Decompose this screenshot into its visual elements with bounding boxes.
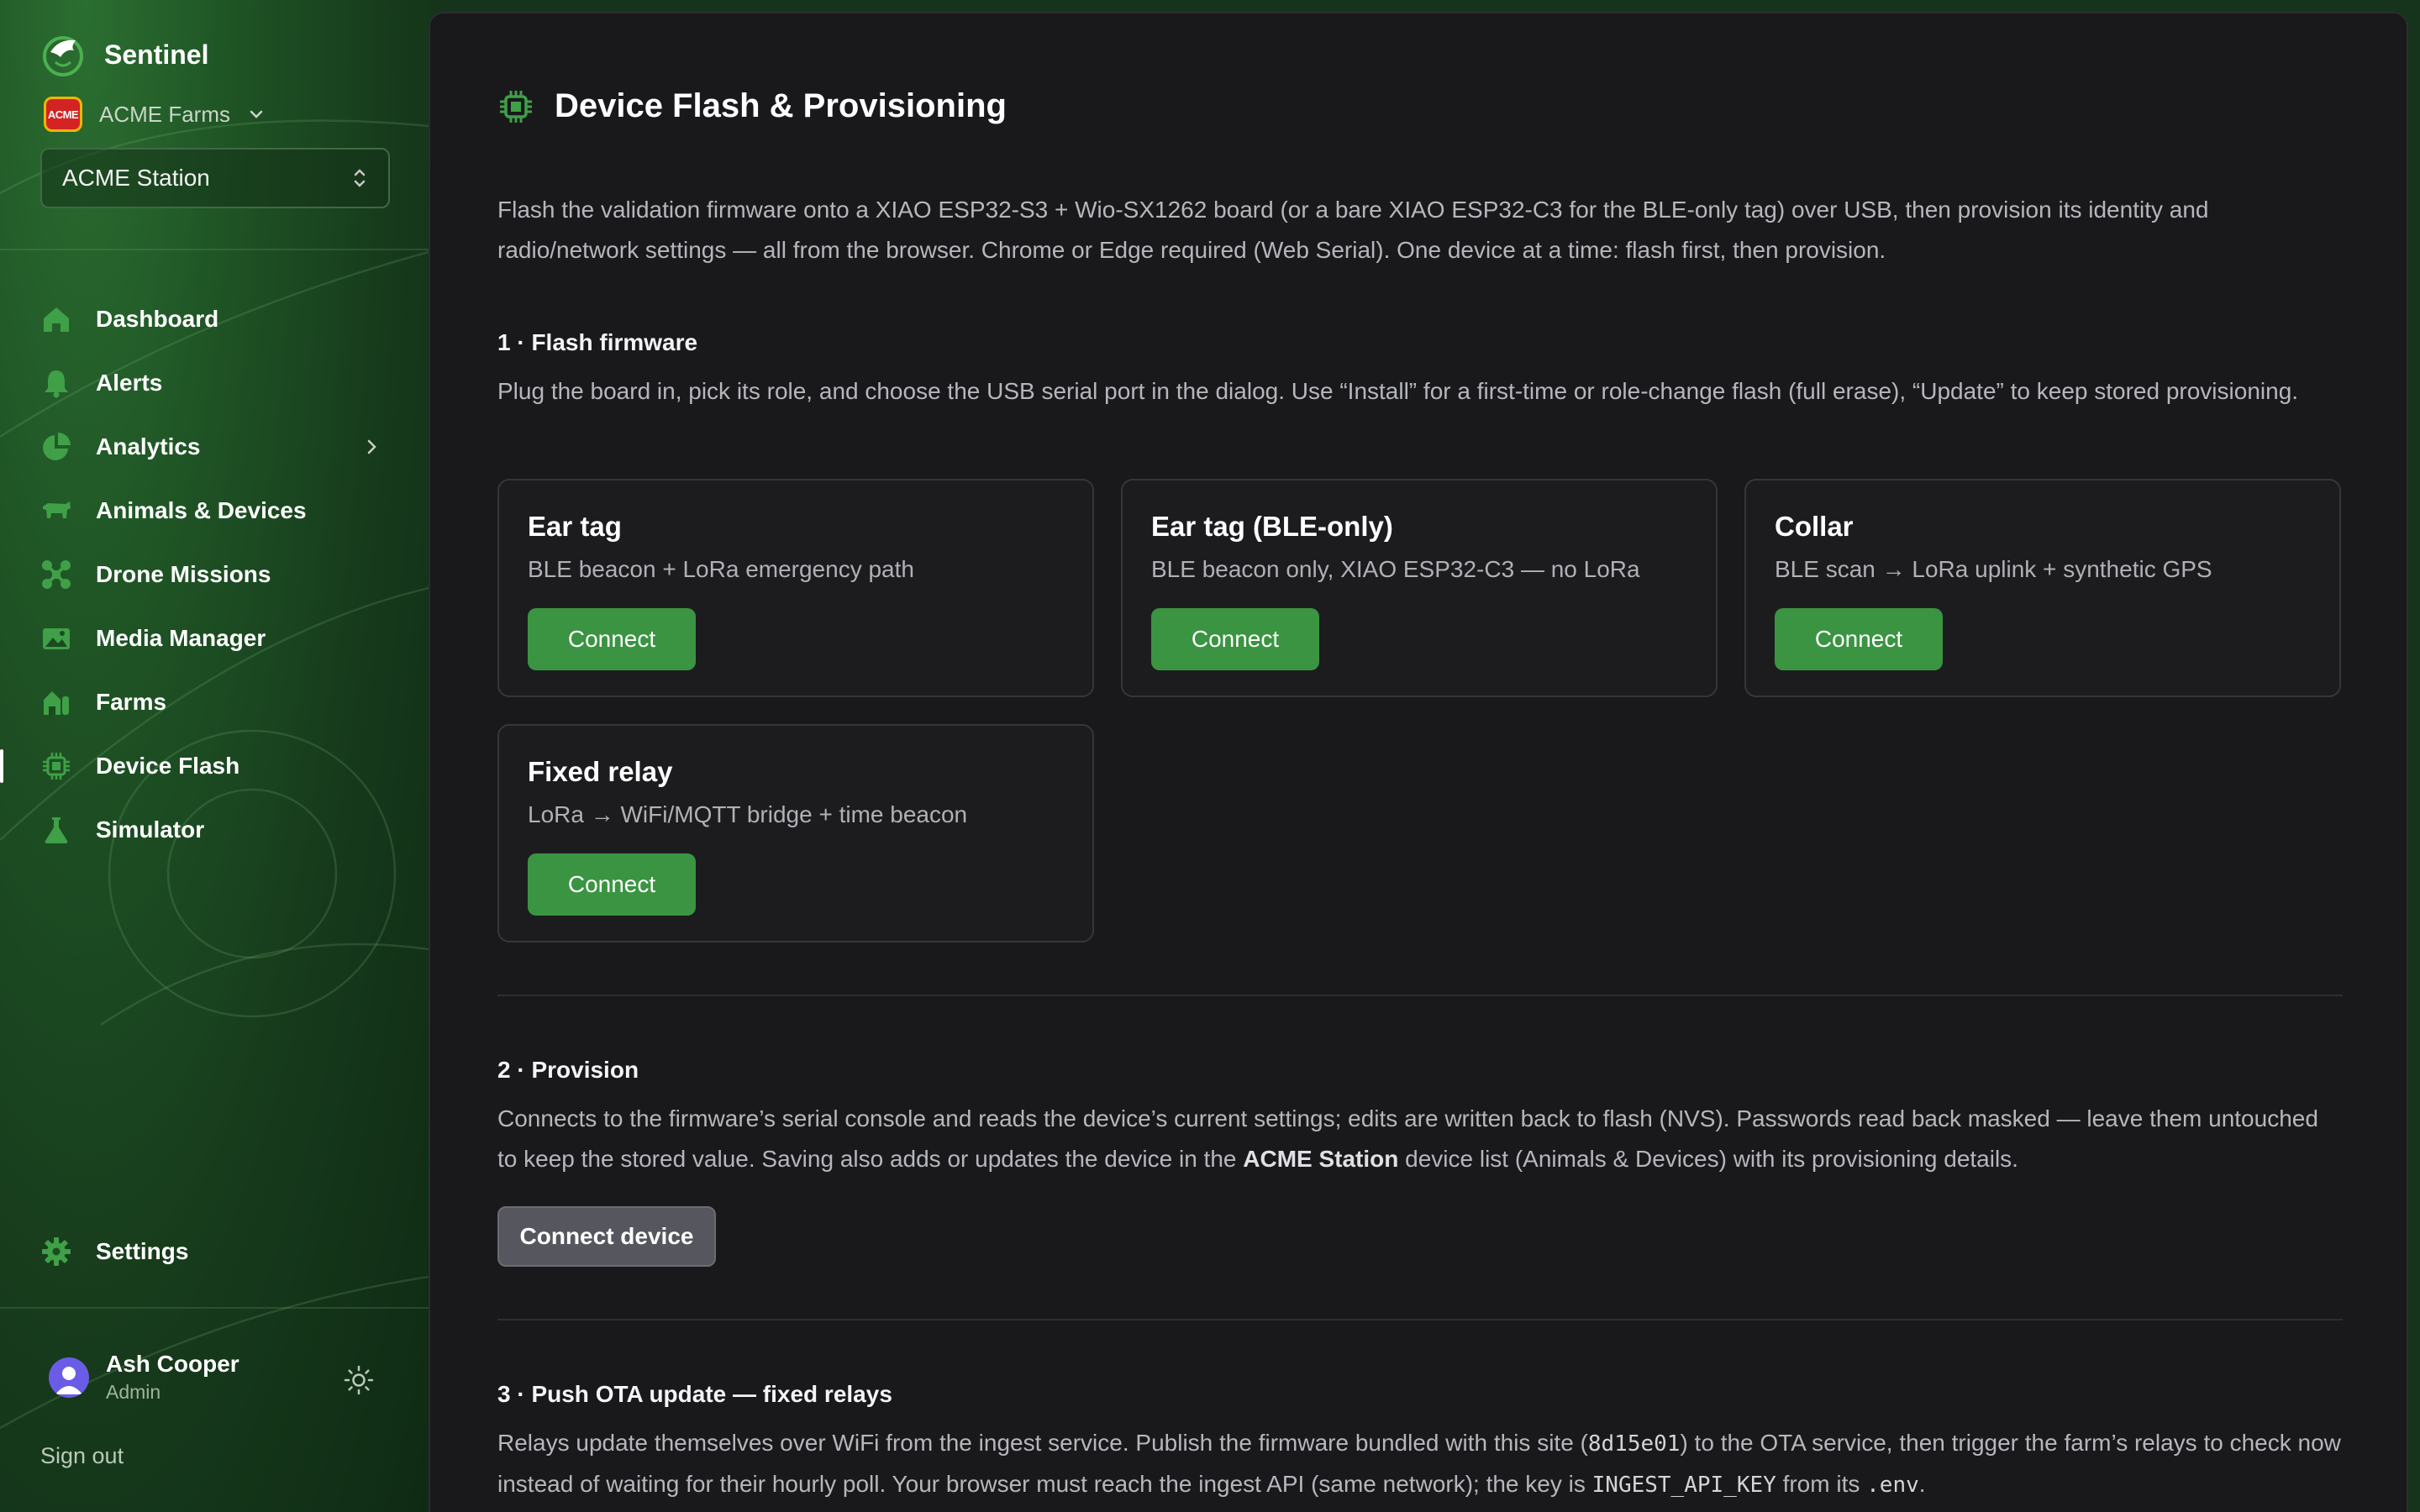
sidebar-item-dashboard[interactable]: Dashboard [0, 287, 429, 351]
env-file: .env [1866, 1473, 1919, 1498]
user-icon [55, 1366, 82, 1394]
flash-card-collar: Collar BLE scan → LoRa uplink + syntheti… [1744, 479, 2341, 697]
brand[interactable]: Sentinel [40, 32, 208, 77]
user-name: Ash Cooper [106, 1351, 239, 1377]
station-select-value: ACME Station [62, 165, 210, 191]
provision-description: Connects to the firmware’s serial consol… [497, 1099, 2343, 1179]
sidebar-item-settings[interactable]: Settings [0, 1220, 429, 1284]
org-name: ACME Farms [99, 101, 230, 127]
bell-icon [40, 367, 72, 399]
ota-desc-text: Relays update themselves over WiFi from … [497, 1430, 1588, 1456]
sidebar-item-animals-devices[interactable]: Animals & Devices [0, 479, 429, 543]
card-description: LoRa → WiFi/MQTT bridge + time beacon [528, 801, 968, 827]
page-header: Device Flash & Provisioning [497, 87, 1007, 125]
brand-name: Sentinel [104, 39, 209, 70]
connect-button[interactable]: Connect [528, 608, 696, 670]
chip-icon [40, 750, 72, 782]
card-description: BLE beacon only, XIAO ESP32-C3 — no LoRa [1151, 556, 1640, 582]
sentinel-logo-icon [43, 36, 83, 76]
ota-desc-text: . [1918, 1471, 1926, 1497]
section-divider [497, 1319, 2343, 1320]
avatar [49, 1357, 89, 1398]
ota-heading: 3 · Push OTA update — fixed relays [497, 1381, 892, 1407]
flash-card-fixed-relay: Fixed relay LoRa → WiFi/MQTT bridge + ti… [497, 724, 1094, 942]
sidebar-nav: Dashboard Alerts Analytics Animals & Dev… [0, 287, 429, 862]
gear-icon [40, 1236, 72, 1268]
flash-heading: 1 · Flash firmware [497, 329, 698, 355]
sidebar-item-label: Drone Missions [96, 561, 271, 587]
card-title: Ear tag (BLE-only) [1151, 511, 1393, 542]
provision-heading: 2 · Provision [497, 1057, 639, 1083]
chevron-down-icon [250, 110, 263, 118]
sidebar-divider [0, 249, 429, 250]
flash-card-ear-tag-ble: Ear tag (BLE-only) BLE beacon only, XIAO… [1121, 479, 1718, 697]
station-name: ACME Station [1243, 1146, 1399, 1172]
sidebar-item-analytics[interactable]: Analytics [0, 415, 429, 479]
sign-out-link[interactable]: Sign out [40, 1443, 124, 1469]
commit-hash: 8d15e01 [1587, 1431, 1681, 1457]
sidebar-item-label: Animals & Devices [96, 497, 307, 523]
cow-icon [40, 495, 72, 527]
card-title: Collar [1775, 511, 1854, 542]
sidebar-item-device-flash[interactable]: Device Flash [0, 734, 429, 798]
main-panel: Device Flash & Provisioning Flash the va… [429, 12, 2408, 1512]
page-title: Device Flash & Provisioning [555, 87, 1007, 124]
sidebar-item-drone-missions[interactable]: Drone Missions [0, 543, 429, 606]
sidebar-settings-section: Settings [0, 1220, 429, 1284]
sidebar-item-media-manager[interactable]: Media Manager [0, 606, 429, 670]
ota-description: Relays update themselves over WiFi from … [497, 1423, 2343, 1505]
flask-icon [40, 814, 72, 846]
ota-desc-text: from its [1776, 1471, 1867, 1497]
section-divider [497, 995, 2343, 996]
sidebar-item-alerts[interactable]: Alerts [0, 351, 429, 415]
sidebar-item-label: Device Flash [96, 753, 240, 779]
flash-card-ear-tag: Ear tag BLE beacon + LoRa emergency path… [497, 479, 1094, 697]
sidebar-divider [0, 1307, 429, 1309]
connect-button[interactable]: Connect [1775, 608, 1943, 670]
sidebar-item-label: Farms [96, 689, 167, 715]
sidebar-item-simulator[interactable]: Simulator [0, 798, 429, 862]
flash-description: Plug the board in, pick its role, and ch… [497, 378, 2299, 404]
sidebar-item-label: Alerts [96, 370, 163, 396]
connect-device-button[interactable]: Connect device [497, 1206, 716, 1267]
sidebar-item-label: Dashboard [96, 306, 219, 332]
chevron-up-down-icon [354, 169, 366, 187]
user-role: Admin [106, 1381, 161, 1403]
pie-chart-icon [40, 431, 72, 463]
sun-icon[interactable] [343, 1364, 375, 1396]
user-profile[interactable]: Ash Cooper Admin [49, 1351, 239, 1404]
card-title: Ear tag [528, 511, 622, 542]
station-select[interactable]: ACME Station [40, 148, 390, 208]
chip-icon [500, 90, 532, 123]
connect-button[interactable]: Connect [528, 853, 696, 916]
barn-icon [40, 686, 72, 718]
provision-desc-text: device list (Animals & Devices) with its… [1398, 1146, 2018, 1172]
card-title: Fixed relay [528, 756, 673, 787]
api-key-name: INGEST_API_KEY [1591, 1473, 1776, 1498]
connect-button[interactable]: Connect [1151, 608, 1319, 670]
chevron-right-icon [367, 439, 376, 454]
card-description: BLE scan → LoRa uplink + synthetic GPS [1775, 556, 2212, 582]
sidebar-item-label: Simulator [96, 816, 205, 843]
sidebar-item-label: Settings [96, 1238, 189, 1264]
home-icon [40, 303, 72, 335]
sidebar-item-label: Media Manager [96, 625, 266, 651]
org-logo: ACME [44, 97, 82, 132]
sidebar: Sentinel ACME ACME Farms ACME Station Da… [0, 0, 429, 1512]
sidebar-item-farms[interactable]: Farms [0, 670, 429, 734]
card-description: BLE beacon + LoRa emergency path [528, 556, 914, 582]
org-switcher[interactable]: ACME ACME Farms [44, 97, 266, 132]
page-intro: Flash the validation firmware onto a XIA… [497, 197, 2209, 263]
image-icon [40, 622, 72, 654]
drone-icon [40, 559, 72, 591]
sidebar-item-label: Analytics [96, 433, 201, 459]
